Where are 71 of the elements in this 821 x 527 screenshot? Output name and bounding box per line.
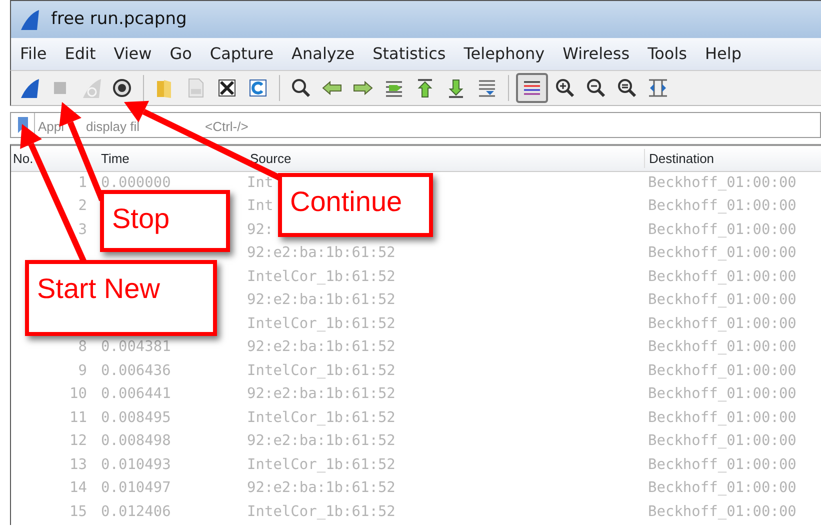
table-cell: 9: [78, 362, 87, 379]
table-cell: Beckhoff_01:00:00: [648, 222, 796, 238]
table-cell: Beckhoff_01:00:00: [648, 268, 796, 285]
table-cell: 12: [70, 433, 87, 450]
table-cell: Int: [247, 198, 274, 214]
table-cell: 15: [70, 504, 87, 520]
table-cell: IntelCor_1b:61:52: [247, 268, 396, 285]
table-cell: 0.010493: [101, 456, 171, 473]
table-cell: Beckhoff_01:00:00: [648, 480, 796, 496]
table-cell: 11: [70, 410, 87, 426]
menu-item[interactable]: Wireless: [554, 42, 639, 66]
table-cell: 2: [78, 198, 87, 214]
column-header[interactable]: Source: [241, 148, 644, 168]
table-cell: 0.010497: [101, 480, 171, 496]
app-icon: [19, 8, 41, 30]
menu-item[interactable]: Edit: [56, 42, 105, 66]
table-cell: 0.000000: [101, 174, 171, 191]
table-cell: 0.004381: [101, 339, 171, 356]
table-cell: 8: [78, 339, 87, 356]
table-cell: 0.006436: [101, 362, 171, 379]
column-header[interactable]: Destination: [644, 148, 714, 168]
table-cell: 0.008498: [101, 433, 171, 450]
table-cell: 1: [78, 174, 87, 191]
table-cell: IntelCor_1b:61:52: [247, 316, 396, 332]
table-cell: IntelCor_1b:61:52: [247, 456, 396, 473]
callout-label: Continue: [278, 173, 433, 237]
table-cell: Beckhoff_01:00:00: [648, 410, 796, 426]
table-cell: 0.006441: [101, 386, 171, 402]
table-cell: Beckhoff_01:00:00: [648, 433, 796, 450]
menu-item[interactable]: Help: [696, 42, 750, 66]
table-cell: 13: [70, 456, 87, 473]
menu-item[interactable]: Statistics: [364, 42, 455, 66]
column-header[interactable]: Time: [87, 148, 241, 168]
table-cell: 92:: [247, 222, 274, 238]
menu-item[interactable]: Tools: [638, 42, 696, 66]
table-cell: IntelCor_1b:61:52: [247, 504, 396, 520]
column-header[interactable]: No.: [11, 148, 87, 168]
table-cell: 3: [78, 222, 87, 238]
table-cell: 10: [70, 386, 87, 402]
menu-item[interactable]: Capture: [200, 42, 283, 66]
menu-item[interactable]: File: [11, 42, 56, 66]
table-cell: Beckhoff_01:00:00: [648, 316, 796, 332]
table-cell: Beckhoff_01:00:00: [648, 362, 796, 379]
table-cell: Beckhoff_01:00:00: [648, 456, 796, 473]
table-cell: Beckhoff_01:00:00: [648, 174, 796, 191]
window-title: free run.pcapng: [51, 8, 187, 31]
table-cell: 92:e2:ba:1b:61:52: [247, 386, 396, 402]
table-cell: Int: [247, 174, 274, 191]
table-cell: Beckhoff_01:00:00: [648, 386, 796, 402]
table-cell: IntelCor_1b:61:52: [247, 410, 396, 426]
table-cell: 92:e2:ba:1b:61:52: [247, 339, 396, 356]
callout-label: Stop: [100, 190, 230, 252]
table-cell: 92:e2:ba:1b:61:52: [247, 480, 396, 496]
table-cell: 92:e2:ba:1b:61:52: [247, 245, 396, 262]
table-cell: 14: [70, 480, 87, 496]
table-cell: Beckhoff_01:00:00: [648, 198, 796, 214]
table-cell: IntelCor_1b:61:52: [247, 362, 396, 379]
menu-item[interactable]: Telephony: [454, 42, 554, 66]
table-cell: 92:e2:ba:1b:61:52: [247, 433, 396, 450]
callout-label: Start New: [25, 260, 217, 336]
table-cell: Beckhoff_01:00:00: [648, 292, 796, 308]
table-cell: 0.012406: [101, 504, 171, 520]
table-cell: Beckhoff_01:00:00: [648, 339, 796, 356]
menu-item[interactable]: Analyze: [282, 42, 364, 66]
table-cell: 0.008495: [101, 410, 171, 426]
menu-item[interactable]: View: [104, 42, 161, 66]
table-cell: 92:e2:ba:1b:61:52: [247, 292, 396, 308]
table-cell: Beckhoff_01:00:00: [648, 245, 796, 262]
table-cell: Beckhoff_01:00:00: [648, 504, 796, 520]
menu-item[interactable]: Go: [160, 42, 201, 66]
colorize-icon[interactable]: [516, 73, 548, 103]
